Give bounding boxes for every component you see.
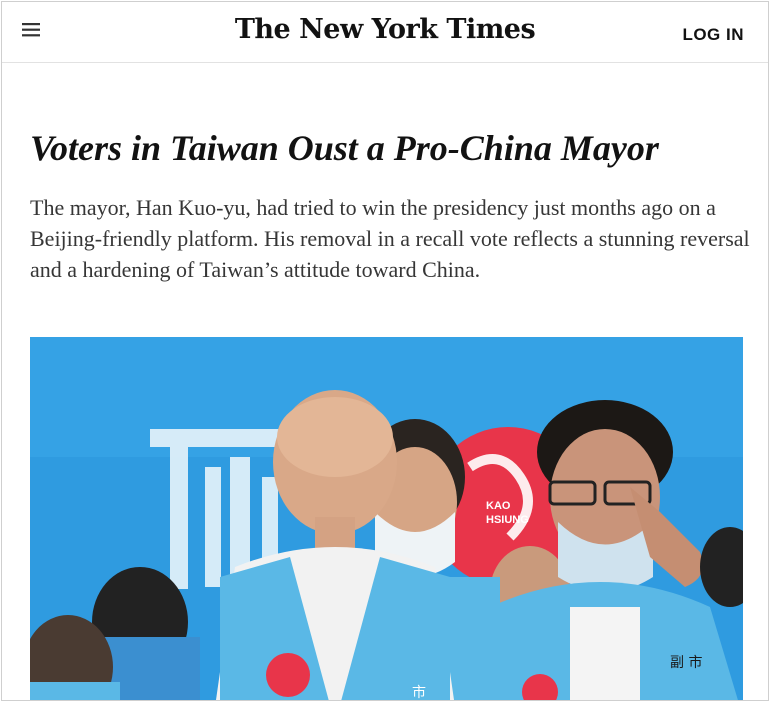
- top-navigation-bar: The New York Times LOG IN: [2, 2, 768, 63]
- article-headline: Voters in Taiwan Oust a Pro-China Mayor: [30, 128, 659, 168]
- nyt-logo[interactable]: The New York Times: [2, 14, 768, 45]
- sign-text-kao: KAO: [486, 500, 511, 512]
- article-lead-photo: KAO HSIUNG 市 副 市: [30, 337, 743, 701]
- login-button[interactable]: LOG IN: [682, 25, 744, 45]
- sign-text-hsiung: HSIUNG: [486, 514, 529, 526]
- vest-text-right: 副 市: [670, 654, 702, 671]
- article-summary: The mayor, Han Kuo-yu, had tried to win …: [30, 195, 750, 282]
- article-page: The New York Times LOG IN Voters in Taiw…: [1, 1, 769, 701]
- vest-text-left: 市: [412, 684, 426, 701]
